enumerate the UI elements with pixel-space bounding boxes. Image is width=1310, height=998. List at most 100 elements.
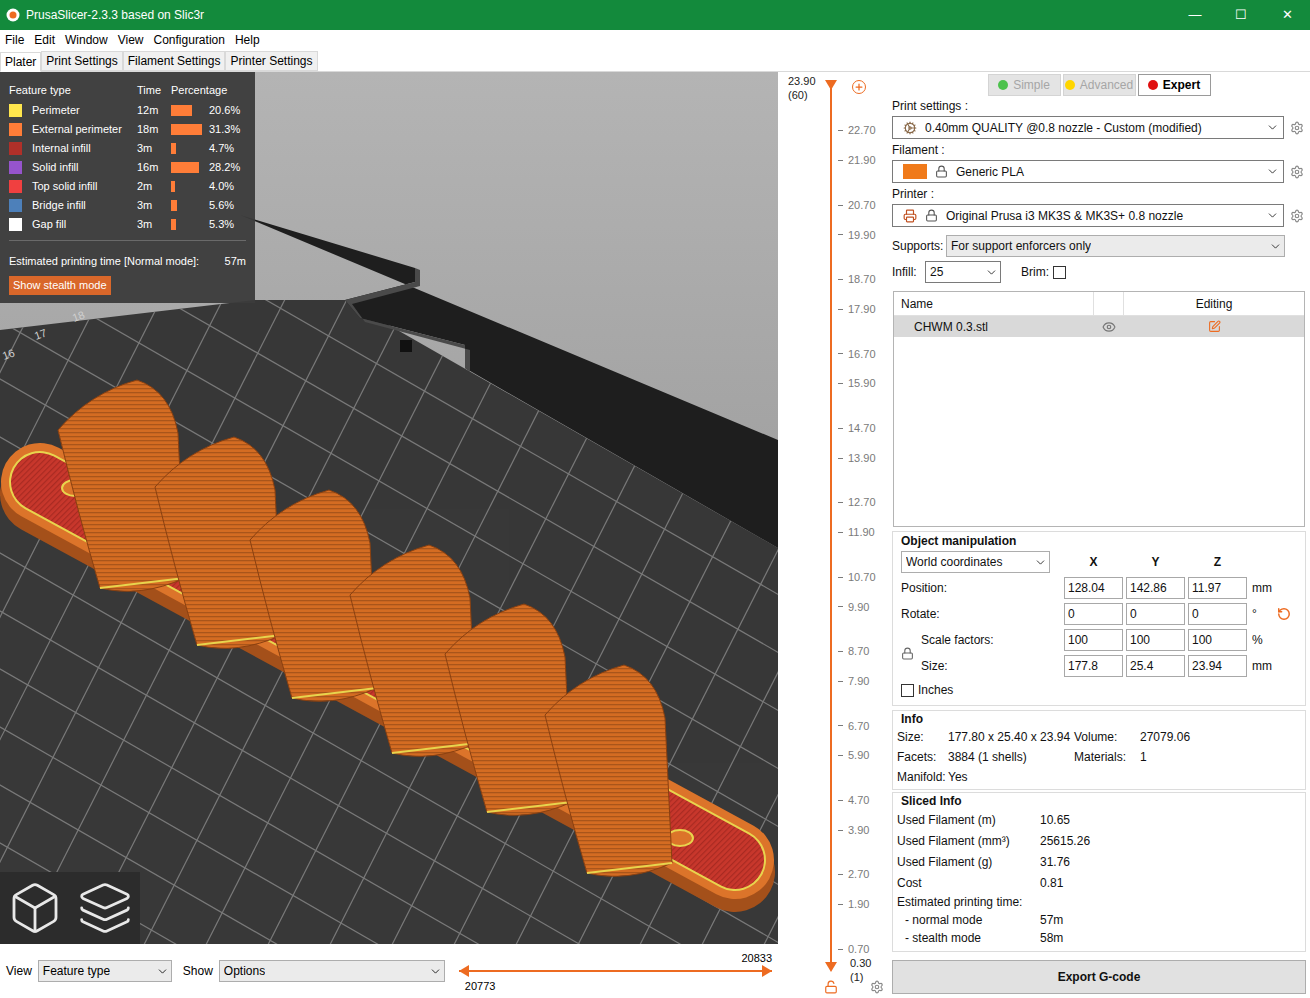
column-header: Name — [894, 292, 1094, 315]
chevron-down-icon — [156, 965, 169, 978]
tab[interactable]: Plater — [0, 52, 41, 72]
value-input[interactable]: 25.4 — [1126, 655, 1185, 677]
tab[interactable]: Print Settings — [41, 51, 122, 71]
preset-combo[interactable]: Generic PLA — [892, 160, 1284, 183]
top-thumb[interactable] — [825, 80, 837, 90]
menu-item[interactable]: Window — [60, 31, 113, 49]
eye-icon[interactable] — [1102, 320, 1116, 334]
sliced-info-panel: Sliced InfoUsed Filament (m)10.65Used Fi… — [892, 792, 1306, 952]
legend-bar — [171, 143, 176, 154]
supports-select[interactable]: For support enforcers only — [946, 235, 1285, 257]
mode-button[interactable]: Expert — [1138, 74, 1211, 96]
value-input[interactable]: 11.97 — [1188, 577, 1247, 599]
chevron-down-icon — [1266, 209, 1279, 222]
value-input[interactable]: 128.04 — [1064, 577, 1123, 599]
slider-low-thumb[interactable] — [459, 965, 469, 977]
value-input[interactable]: 23.94 — [1188, 655, 1247, 677]
menu-item[interactable]: View — [113, 31, 149, 49]
mode-dot — [1148, 80, 1158, 90]
3d-view[interactable]: 181716Feature typeTimePercentagePerimete… — [0, 72, 778, 944]
unit-label: ° — [1247, 605, 1277, 623]
tab[interactable]: Filament Settings — [123, 51, 226, 71]
value-input[interactable]: 0 — [1126, 603, 1185, 625]
layer-tick: 14.70 — [838, 421, 876, 435]
layer-tick: 17.90 — [838, 302, 876, 316]
info-label: Size: — [897, 728, 948, 746]
view-label: View — [6, 962, 32, 980]
bed-number: 18 — [71, 308, 87, 323]
info-label: Materials: — [1074, 748, 1140, 766]
value-input[interactable]: 100 — [1188, 629, 1247, 651]
lock-icon[interactable] — [824, 980, 838, 994]
menu-item[interactable]: Edit — [29, 31, 60, 49]
menu-item[interactable]: File — [0, 31, 29, 49]
value-input[interactable]: 100 — [1126, 629, 1185, 651]
supports-label: Supports: — [892, 237, 946, 255]
legend-color-swatch — [9, 218, 22, 231]
legend-bar — [171, 219, 176, 230]
legend-color-swatch — [9, 180, 22, 193]
layer-tick: 3.90 — [838, 823, 869, 837]
legend-color-swatch — [9, 142, 22, 155]
edit-icon[interactable] — [1208, 320, 1221, 333]
layer-tick: 10.70 — [838, 570, 876, 584]
preview-layers-icon[interactable] — [77, 880, 133, 936]
menu-item[interactable]: Configuration — [149, 31, 230, 49]
3d-view-icon[interactable] — [7, 880, 63, 936]
value-input[interactable]: 142.86 — [1126, 577, 1185, 599]
chevron-down-icon — [429, 965, 442, 978]
gear-icon[interactable] — [1290, 209, 1304, 223]
info-label: Facets: — [897, 748, 948, 766]
info-value: 27079.06 — [1140, 728, 1301, 746]
layer-tick: 7.90 — [838, 674, 869, 688]
chevron-down-icon — [1266, 165, 1279, 178]
section-title: Info — [897, 711, 1301, 727]
legend-header: Percentage — [171, 82, 255, 99]
tab[interactable]: Printer Settings — [225, 51, 317, 71]
gear-icon[interactable] — [870, 980, 884, 994]
gear-icon[interactable] — [1290, 121, 1304, 135]
mode-button[interactable]: Simple — [988, 74, 1061, 96]
gear-icon[interactable] — [1290, 165, 1304, 179]
infill-combo[interactable]: 25 — [925, 261, 1001, 283]
window-title: PrusaSlicer-2.3.3 based on Slic3r — [26, 6, 1172, 24]
slider-high-thumb[interactable] — [762, 965, 772, 977]
brim-label: Brim: — [1021, 263, 1049, 281]
legend-row: Top solid infill2m4.0% — [0, 177, 255, 196]
legend-bar — [171, 105, 192, 116]
layer-slider[interactable]: 23.90(60)22.7021.9020.7019.9018.7017.901… — [778, 72, 888, 998]
info-label: Manifold: — [897, 768, 948, 786]
inches-checkbox[interactable] — [901, 684, 914, 697]
view-select[interactable]: Feature type — [38, 960, 172, 982]
add-color-change-icon[interactable] — [852, 80, 866, 94]
mode-button[interactable]: Advanced — [1063, 74, 1136, 96]
preset-combo[interactable]: 0.40mm QUALITY @0.8 nozzle - Custom (mod… — [892, 116, 1284, 139]
menu-item[interactable]: Help — [230, 31, 265, 49]
preset-combo[interactable]: Original Prusa i3 MK3S & MK3S+ 0.8 nozzl… — [892, 204, 1284, 227]
slider-low-label: 20773 — [465, 978, 496, 995]
value-input[interactable]: 177.8 — [1064, 655, 1123, 677]
stealth-mode-button[interactable]: Show stealth mode — [9, 276, 111, 295]
show-select[interactable]: Options — [219, 960, 445, 982]
window-control-button[interactable]: — — [1172, 5, 1218, 25]
value-input[interactable]: 0 — [1064, 603, 1123, 625]
window-control-button[interactable]: ☐ — [1218, 5, 1264, 25]
export-gcode-button[interactable]: Export G-code — [892, 960, 1306, 994]
window-control-button[interactable]: ✕ — [1264, 5, 1310, 25]
coordinates-select[interactable]: World coordinates — [901, 551, 1050, 573]
value-input[interactable]: 0 — [1188, 603, 1247, 625]
estimate-label: Estimated printing time [Normal mode]: — [9, 253, 199, 270]
brim-checkbox[interactable] — [1053, 266, 1066, 279]
object-row[interactable]: CHWM 0.3.stl — [894, 316, 1304, 337]
bottom-thumb[interactable] — [825, 962, 837, 972]
legend-row: Gap fill3m5.3% — [0, 215, 255, 234]
value-input[interactable]: 100 — [1064, 629, 1123, 651]
mode-dot — [1065, 80, 1075, 90]
horizontal-slider[interactable]: 20833 20773 — [459, 950, 772, 992]
printer-icon — [903, 209, 917, 223]
layer-tick: 18.70 — [838, 272, 876, 286]
slider-high-label: 20833 — [741, 950, 772, 967]
reset-rotation-icon[interactable] — [1277, 607, 1291, 621]
scale-lock-icon[interactable] — [901, 647, 914, 660]
title-bar: PrusaSlicer-2.3.3 based on Slic3r—☐✕ — [0, 0, 1310, 30]
